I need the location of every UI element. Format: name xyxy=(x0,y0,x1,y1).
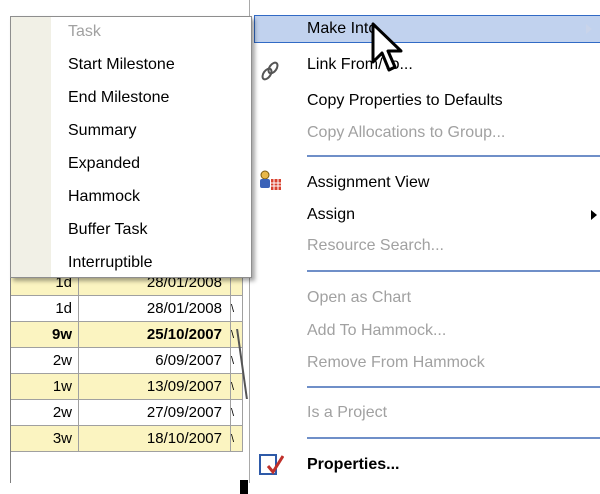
mouse-cursor-icon xyxy=(371,22,403,72)
date-cell: 18/10/2007 xyxy=(79,426,231,451)
submenu-item-label: End Milestone xyxy=(68,89,170,106)
submenu-item-summary[interactable]: Summary xyxy=(68,116,136,146)
menu-separator xyxy=(307,270,600,272)
menu-item-properties[interactable]: Properties... xyxy=(307,450,399,480)
table-row[interactable]: 3w 18/10/2007 \ xyxy=(11,426,251,452)
menu-item-open-as-chart[interactable]: Open as Chart xyxy=(307,283,411,313)
date-cell: 25/10/2007 xyxy=(79,322,231,347)
duration-cell: 2w xyxy=(11,400,79,425)
submenu-item-interruptible[interactable]: Interruptible xyxy=(68,248,153,278)
menu-item-assign[interactable]: Assign xyxy=(307,200,355,230)
submenu-item-buffer-task[interactable]: Buffer Task xyxy=(68,215,147,245)
submenu-item-label: Expanded xyxy=(68,155,141,172)
link-icon xyxy=(261,61,279,81)
menu-item-label: Assignment View xyxy=(307,174,430,191)
duration-cell: 1d xyxy=(11,296,79,321)
menu-item-assignment-view[interactable]: Assignment View xyxy=(307,168,429,198)
gantt-cell: \ xyxy=(231,374,243,399)
menu-item-label: Resource Search... xyxy=(307,237,444,254)
menu-item-add-to-hammock[interactable]: Add To Hammock... xyxy=(307,316,446,346)
menu-item-make-into[interactable]: Make Into xyxy=(307,14,377,44)
submenu-arrow-icon xyxy=(586,24,592,34)
menu-item-label: Properties... xyxy=(307,456,400,473)
duration-cell: 9w xyxy=(11,322,79,347)
menu-item-label: Copy Allocations to Group... xyxy=(307,124,506,141)
menu-item-copy-properties[interactable]: Copy Properties to Defaults xyxy=(307,86,503,116)
menu-item-label: Make Into xyxy=(307,20,378,37)
menu-item-label: Assign xyxy=(307,206,356,223)
submenu-item-hammock[interactable]: Hammock xyxy=(68,182,140,212)
menu-separator xyxy=(307,437,600,439)
table-row[interactable]: 1d 28/01/2008 \ xyxy=(11,296,251,322)
submenu-item-start-milestone[interactable]: Start Milestone xyxy=(68,50,175,80)
submenu-item-label: Start Milestone xyxy=(68,56,175,73)
date-cell: 28/01/2008 xyxy=(79,296,231,321)
menu-separator xyxy=(307,155,600,157)
submenu-item-label: Task xyxy=(68,23,101,40)
gantt-cell: \ xyxy=(231,296,243,321)
menu-item-label: Is a Project xyxy=(307,404,388,421)
submenu-arrow-icon xyxy=(591,210,597,220)
submenu-icon-strip xyxy=(11,17,51,277)
duration-cell: 2w xyxy=(11,348,79,373)
submenu-item-expanded[interactable]: Expanded xyxy=(68,149,140,179)
context-menu: Make Into Link From/To... Copy Propertie… xyxy=(249,0,600,483)
date-cell: 13/09/2007 xyxy=(79,374,231,399)
duration-cell: 3w xyxy=(11,426,79,451)
assignment-icon xyxy=(260,170,281,190)
submenu-item-label: Summary xyxy=(68,122,137,139)
date-cell: 6/09/2007 xyxy=(79,348,231,373)
duration-cell: 1w xyxy=(11,374,79,399)
submenu-item-label: Buffer Task xyxy=(68,221,148,238)
menu-separator xyxy=(307,386,600,388)
menu-item-is-a-project[interactable]: Is a Project xyxy=(307,398,387,428)
menu-item-label: Open as Chart xyxy=(307,289,412,306)
submenu-item-label: Interruptible xyxy=(68,254,153,271)
make-into-submenu: Task Start Milestone End Milestone Summa… xyxy=(10,16,252,278)
menu-item-label: Remove From Hammock xyxy=(307,354,485,371)
table-row[interactable]: 1w 13/09/2007 \ xyxy=(11,374,251,400)
menu-item-resource-search[interactable]: Resource Search... xyxy=(307,231,444,261)
table-row[interactable]: 9w 25/10/2007 \ xyxy=(11,322,251,348)
gantt-task-marker xyxy=(240,480,248,494)
gantt-cell: \ xyxy=(231,400,243,425)
menu-item-highlight xyxy=(254,15,600,43)
submenu-item-task[interactable]: Task xyxy=(68,17,101,47)
submenu-item-end-milestone[interactable]: End Milestone xyxy=(68,83,169,113)
submenu-item-label: Hammock xyxy=(68,188,141,205)
table-row[interactable]: 2w 6/09/2007 \ xyxy=(11,348,251,374)
date-cell: 27/09/2007 xyxy=(79,400,231,425)
gantt-cell: \ xyxy=(231,426,243,451)
menu-item-label: Copy Properties to Defaults xyxy=(307,92,503,109)
table-row[interactable]: 2w 27/09/2007 \ xyxy=(11,400,251,426)
menu-item-copy-allocations[interactable]: Copy Allocations to Group... xyxy=(307,118,505,148)
menu-item-label: Add To Hammock... xyxy=(307,322,447,339)
task-grid: 1d 28/01/2008 1d 28/01/2008 \ 9w 25/10/2… xyxy=(10,270,252,494)
properties-icon xyxy=(259,454,284,475)
menu-item-remove-from-hammock[interactable]: Remove From Hammock xyxy=(307,348,485,378)
